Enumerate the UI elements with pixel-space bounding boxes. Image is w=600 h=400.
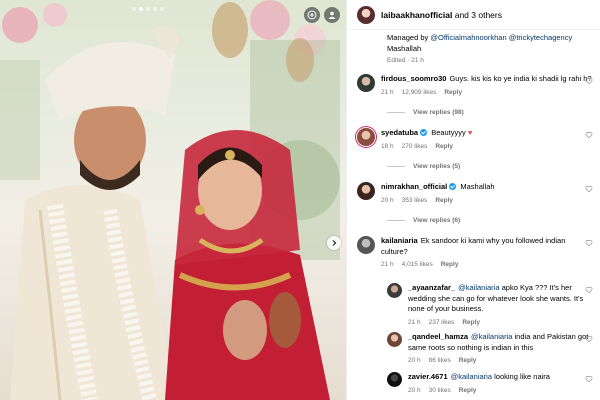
comment: kailaniaria Ek sandoor ki kami why you fo… [357, 236, 593, 271]
replies-divider [387, 112, 405, 113]
author-username[interactable]: laibaakhanofficial [381, 10, 452, 20]
commenter-username[interactable]: zavier.4671 [408, 372, 448, 381]
view-replies-button[interactable]: View replies (5) [387, 163, 460, 170]
reply-button[interactable]: Reply [459, 356, 477, 367]
wedding-photo-illustration [0, 0, 340, 400]
add-circle-icon[interactable] [304, 7, 320, 23]
heart-icon[interactable] [585, 131, 593, 139]
caption-mention[interactable]: @Officialmahnoorkhan [430, 33, 506, 42]
carousel-next-button[interactable] [327, 236, 341, 250]
comment: nimrakhan_official Mashallah 20 h 353 li… [357, 182, 593, 206]
carousel-indicator [132, 7, 164, 11]
comment-text: Beautyyyy [431, 128, 466, 137]
commenter-username[interactable]: syedatuba [381, 128, 418, 137]
heart-icon[interactable] [585, 185, 593, 193]
comment-likes[interactable]: 4,015 likes [402, 260, 433, 271]
commenter-avatar[interactable] [357, 182, 375, 200]
heart-icon[interactable] [585, 375, 593, 383]
heart-icon[interactable] [585, 239, 593, 247]
carousel-dot-active [139, 7, 143, 11]
managed-by-label: Managed by [387, 33, 429, 42]
carousel-dot [146, 7, 150, 11]
comment-text: looking like naira [494, 372, 550, 381]
comment-text: Mashallah [460, 182, 495, 191]
reply-mention[interactable]: @kailaniaria [458, 283, 499, 292]
comment-likes[interactable]: 353 likes [402, 196, 428, 207]
view-replies-button[interactable]: View replies (98) [387, 109, 464, 116]
heart-icon[interactable] [585, 286, 593, 294]
comment-time[interactable]: 18 h [381, 142, 394, 153]
carousel-dot [153, 7, 157, 11]
reply-mention[interactable]: @kailaniaria [451, 372, 492, 381]
view-replies-button[interactable]: View replies (6) [387, 217, 460, 224]
comment-likes[interactable]: 86 likes [429, 356, 451, 367]
comment: firdous_soomro30 Guys. kis kis ko ye indi… [357, 74, 593, 98]
comment-likes[interactable]: 12,909 likes [402, 88, 437, 99]
reply-button[interactable]: Reply [459, 386, 477, 397]
collaborators-link[interactable]: and 3 others [455, 10, 502, 20]
caption-edited-time: Edited · 21 h [387, 57, 424, 64]
comment-likes[interactable]: 30 likes [429, 386, 451, 397]
reply: zavier.4671 @kailaniaria looking like nai… [387, 372, 593, 396]
comment-text: Guys. kis kis ko ye india ki shadii lg r… [449, 74, 592, 83]
chevron-right-icon [332, 240, 337, 246]
commenter-avatar[interactable] [387, 372, 402, 387]
comment-likes[interactable]: 270 likes [402, 142, 428, 153]
comment-time[interactable]: 21 h [381, 260, 394, 271]
replies-divider [387, 220, 405, 221]
comment: syedatuba Beautyyyy ♥ 18 h 270 likes Rep… [357, 128, 593, 152]
reply-mention[interactable]: @kailaniaria [471, 332, 512, 341]
comment-time[interactable]: 20 h [381, 196, 394, 207]
view-replies-label: View replies (5) [413, 163, 461, 170]
commenter-avatar[interactable] [357, 236, 375, 254]
commenter-avatar[interactable] [387, 283, 402, 298]
post-caption: Managed by @Officialmahnoorkhan @trickyt… [347, 30, 600, 66]
carousel-dot [160, 7, 164, 11]
reply-button[interactable]: Reply [462, 318, 480, 329]
view-replies-label: View replies (98) [413, 109, 464, 116]
comment-time[interactable]: 20 h [408, 356, 421, 367]
reply-button[interactable]: Reply [435, 142, 453, 153]
commenter-avatar[interactable] [357, 74, 375, 92]
heart-icon[interactable] [585, 77, 593, 85]
post-author: laibaakhanofficial and 3 others [381, 10, 502, 20]
commenter-username[interactable]: kailaniaria [381, 236, 418, 245]
caption-mention[interactable]: @trickytechagency [509, 33, 572, 42]
comments-panel: laibaakhanofficial and 3 others Managed … [346, 0, 600, 400]
commenter-username[interactable]: _qandeel_hamza [408, 332, 468, 341]
reply: _ayaanzafar_ @kailaniaria apko Kya ??? It… [387, 283, 593, 328]
carousel-dot [132, 7, 136, 11]
commenter-username[interactable]: _ayaanzafar_ [408, 283, 455, 292]
heart-icon[interactable] [585, 335, 593, 343]
caption-text: Mashallah [387, 44, 422, 53]
heart-emoji: ♥ [467, 128, 473, 137]
comment-time[interactable]: 20 h [408, 386, 421, 397]
commenter-avatar[interactable] [387, 332, 402, 347]
reply-button[interactable]: Reply [444, 88, 462, 99]
verified-badge-icon [420, 129, 428, 136]
reply-button[interactable]: Reply [435, 196, 453, 207]
commenter-username[interactable]: nimrakhan_official [381, 182, 447, 191]
commenter-avatar[interactable] [357, 128, 375, 146]
author-avatar[interactable] [357, 5, 375, 24]
comment-time[interactable]: 21 h [381, 88, 394, 99]
verified-badge-icon [449, 183, 457, 190]
post-header: laibaakhanofficial and 3 others [347, 0, 600, 30]
replies-divider [387, 166, 405, 167]
post-photo[interactable] [0, 0, 346, 400]
tag-person-icon[interactable] [324, 7, 340, 23]
reply: _qandeel_hamza @kailaniaria india and Pak… [387, 332, 593, 367]
commenter-username[interactable]: firdous_soomro30 [381, 74, 446, 83]
comment-likes[interactable]: 237 likes [429, 318, 455, 329]
comment-time[interactable]: 21 h [408, 318, 421, 329]
view-replies-label: View replies (6) [413, 217, 461, 224]
reply-button[interactable]: Reply [441, 260, 459, 271]
